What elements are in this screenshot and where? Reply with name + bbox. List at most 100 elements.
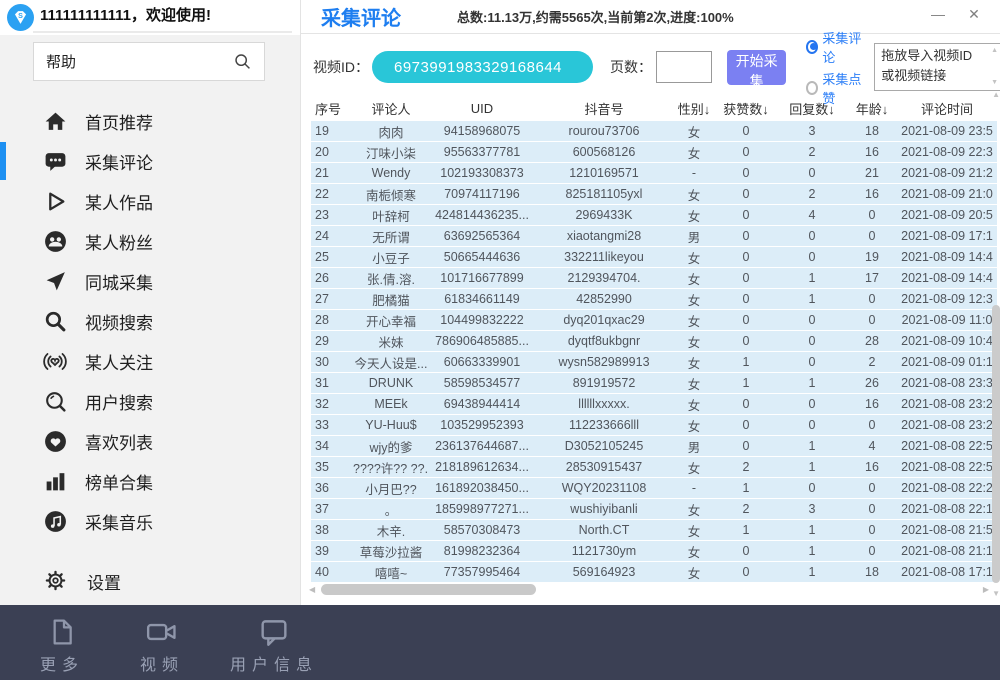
- table-cell: 0: [715, 250, 777, 264]
- table-row[interactable]: 40嘻嘻~77357995464569164923女01182021-08-08…: [311, 562, 997, 582]
- table-cell: 0: [777, 229, 847, 243]
- app-title: 111111111111，欢迎使用!: [40, 0, 211, 32]
- scroll-right-icon[interactable]: ▶: [983, 585, 989, 594]
- table-row[interactable]: 24无所谓63692565364xiaotangmi28男0002021-08-…: [311, 226, 997, 246]
- sidebar-item[interactable]: 采集评论: [0, 141, 300, 181]
- radio-unselected-icon[interactable]: [806, 81, 818, 95]
- radio-selected-icon[interactable]: [806, 40, 818, 54]
- pages-input[interactable]: [656, 51, 712, 83]
- fans-icon: [42, 228, 68, 254]
- table-cell: wjy的爹: [353, 437, 429, 456]
- video-id-label: 视频ID：: [313, 57, 369, 77]
- table-row[interactable]: 23叶辞柯424814436235...2969433K女0402021-08-…: [311, 205, 997, 225]
- column-header: 抖音号: [535, 99, 673, 118]
- table-cell: 16: [847, 145, 897, 159]
- scroll-up-icon[interactable]: ▲: [991, 46, 998, 57]
- video-id-input[interactable]: [372, 51, 593, 83]
- sidebar-item[interactable]: 同城采集: [0, 261, 300, 301]
- table-cell: 2021-08-08 21:5: [897, 523, 997, 537]
- table-cell: 112233666lll: [535, 418, 673, 432]
- table-row[interactable]: 34wjy的爹236137644687...D3052105245男014202…: [311, 436, 997, 456]
- sidebar-item[interactable]: 视频搜索: [0, 301, 300, 341]
- table-cell: 女: [673, 269, 715, 288]
- radio-collect-likes[interactable]: 采集点赞: [806, 69, 865, 107]
- table-cell: 36: [311, 481, 353, 495]
- sidebar-item[interactable]: 用户搜索: [0, 381, 300, 421]
- bottombar-item[interactable]: 视频: [130, 615, 194, 675]
- sidebar-item-label: 某人关注: [85, 349, 153, 374]
- vertical-scrollbar[interactable]: ▲ ▼: [991, 90, 1000, 600]
- table-row[interactable]: 22南栀倾寒70974117196825181105yxl女02162021-0…: [311, 184, 997, 204]
- sidebar-item[interactable]: 某人关注: [0, 341, 300, 381]
- table-cell: 3: [777, 502, 847, 516]
- sidebar-item[interactable]: 某人粉丝: [0, 221, 300, 261]
- table-row[interactable]: 33YU-Huu$103529952393112233666lll女000202…: [311, 415, 997, 435]
- table-row[interactable]: 32MEEk69438944414llllllxxxxx.女00162021-0…: [311, 394, 997, 414]
- app-logo-icon: S: [7, 4, 34, 31]
- table-cell: 2021-08-09 21:0: [897, 187, 997, 201]
- dropzone-input[interactable]: 拖放导入视频ID或视频链接 ▲ ▼: [874, 43, 1000, 91]
- table-row[interactable]: 21Wendy1021933083731210169571-00212021-0…: [311, 163, 997, 183]
- start-collect-button[interactable]: 开始采集: [727, 50, 786, 85]
- scroll-down-icon[interactable]: ▼: [991, 78, 998, 89]
- table-cell: DRUNK: [353, 376, 429, 390]
- table-row[interactable]: 25小豆子50665444636332211likeyou女00192021-0…: [311, 247, 997, 267]
- table-cell: 102193308373: [429, 166, 535, 180]
- table-cell: 26: [847, 376, 897, 390]
- vscroll-thumb[interactable]: [992, 305, 1000, 583]
- table-cell: rourou73706: [535, 124, 673, 138]
- table-cell: 0: [777, 355, 847, 369]
- table-cell: 2021-08-09 10:4: [897, 334, 997, 348]
- horizontal-scrollbar[interactable]: ◀ ▶: [309, 583, 989, 596]
- table-row[interactable]: 31DRUNK58598534577891919572女11262021-08-…: [311, 373, 997, 393]
- minimize-button[interactable]: —: [923, 0, 953, 28]
- table-row[interactable]: 20汀味小柒95563377781600568126女02162021-08-0…: [311, 142, 997, 162]
- table-row[interactable]: 38木辛.58570308473North.CT女1102021-08-08 2…: [311, 520, 997, 540]
- sidebar-item[interactable]: 采集音乐: [0, 501, 300, 541]
- table-row[interactable]: 27肥橘猫6183466114942852990女0102021-08-09 1…: [311, 289, 997, 309]
- sidebar-item[interactable]: 喜欢列表: [0, 421, 300, 461]
- table-cell: 22: [311, 187, 353, 201]
- table-cell: 0: [847, 523, 897, 537]
- sidebar-item[interactable]: 某人作品: [0, 181, 300, 221]
- sidebar-item-settings[interactable]: 设置: [0, 562, 300, 600]
- bottombar-item[interactable]: 更多: [30, 615, 94, 675]
- table-row[interactable]: 36小月巴??161892038450...WQY20231108-100202…: [311, 478, 997, 498]
- table-cell: 600568126: [535, 145, 673, 159]
- table-cell: 开心幸福: [353, 311, 429, 330]
- table-cell: 叶辞柯: [353, 206, 429, 225]
- table-row[interactable]: 28开心幸福104499832222dyq201qxac29女0002021-0…: [311, 310, 997, 330]
- table-cell: 1: [715, 523, 777, 537]
- table-cell: 1: [777, 439, 847, 453]
- table-header-row: 序号评论人UID抖音号性别↓获赞数↓回复数↓年龄↓评论时间: [311, 98, 997, 119]
- table-cell: 1: [777, 544, 847, 558]
- table-cell: 0: [777, 166, 847, 180]
- radio-collect-comments[interactable]: 采集评论: [806, 28, 865, 66]
- column-header[interactable]: 获赞数↓: [715, 99, 777, 118]
- bottombar-item-label: 更多: [40, 651, 84, 675]
- table-row[interactable]: 39草莓沙拉酱819982323641121730ym女0102021-08-0…: [311, 541, 997, 561]
- table-cell: 4: [847, 439, 897, 453]
- sidebar-item[interactable]: 榜单合集: [0, 461, 300, 501]
- table-cell: 0: [777, 397, 847, 411]
- table-row[interactable]: 30今天人设是...60663339901wysn582989913女10220…: [311, 352, 997, 372]
- bottombar-item[interactable]: 用户信息: [230, 615, 318, 675]
- scroll-up-icon[interactable]: ▲: [992, 90, 1000, 99]
- location-icon: [42, 268, 68, 294]
- bottom-bar: 更多 视频用户信息: [0, 605, 1000, 680]
- close-button[interactable]: ✕: [959, 0, 989, 28]
- sidebar-item[interactable]: 首页推荐: [0, 101, 300, 141]
- table-cell: YU-Huu$: [353, 418, 429, 432]
- table-row[interactable]: 19肉肉94158968075rourou73706女03182021-08-0…: [311, 121, 997, 141]
- help-search-box[interactable]: 帮助: [33, 42, 265, 81]
- table-row[interactable]: 35????许?? ??...218189612634...2853091543…: [311, 457, 997, 477]
- table-row[interactable]: 37。185998977271...wushiyibanli女2302021-0…: [311, 499, 997, 519]
- hscroll-thumb[interactable]: [321, 584, 536, 595]
- column-header[interactable]: 性别↓: [673, 99, 715, 118]
- table-row[interactable]: 29米妹786906485885...dyqtf8ukbgnr女00282021…: [311, 331, 997, 351]
- table-row[interactable]: 26张.倩.溶.1017166778992129394704.女01172021…: [311, 268, 997, 288]
- scroll-left-icon[interactable]: ◀: [309, 585, 315, 594]
- scroll-down-icon[interactable]: ▼: [992, 589, 1000, 598]
- search-icon[interactable]: [232, 51, 254, 73]
- table-cell: 2021-08-08 23:2: [897, 418, 997, 432]
